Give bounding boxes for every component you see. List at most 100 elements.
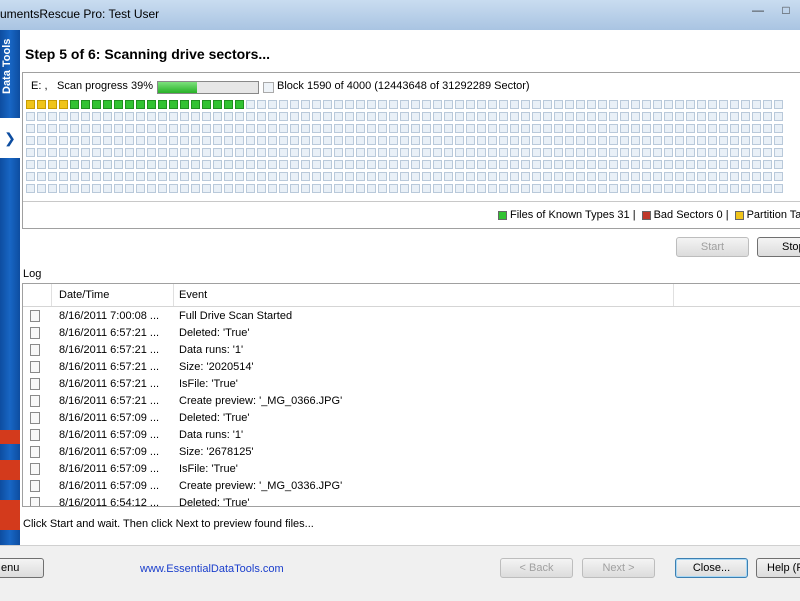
start-button[interactable]: Start [676,237,749,257]
sector-cell [268,100,277,109]
sector-cell [741,112,750,121]
sector-cell [708,136,717,145]
sector-cell [169,112,178,121]
sector-cell [653,172,662,181]
sector-cell [565,184,574,193]
sector-cell [411,124,420,133]
log-datetime: 8/16/2011 6:57:09 ... [59,412,160,424]
sector-cell [114,100,123,109]
document-icon [30,412,40,424]
sector-cell [554,184,563,193]
sector-cell [246,184,255,193]
log-event: Data runs: '1' [179,344,244,356]
sector-cell [455,124,464,133]
sector-cell [169,124,178,133]
website-link[interactable]: www.EssentialDataTools.com [140,563,284,575]
sector-cell [466,100,475,109]
sector-cell [532,172,541,181]
sector-cell [257,136,266,145]
sector-cell [180,124,189,133]
block-info: Block 1590 of 4000 (12443648 of 31292289… [277,80,530,92]
sector-cell [191,148,200,157]
log-row[interactable]: 8/16/2011 6:57:21 ... Size: '2020514' [23,359,800,376]
sector-cell [103,100,112,109]
log-row[interactable]: 8/16/2011 6:57:21 ... IsFile: 'True' [23,376,800,393]
sector-cell [741,136,750,145]
log-row[interactable]: 8/16/2011 7:00:08 ... Full Drive Scan Sta… [23,308,800,325]
log-row[interactable]: 8/16/2011 6:57:21 ... Deleted: 'True' [23,325,800,342]
sector-cell [576,124,585,133]
sector-cell [400,160,409,169]
sector-cell [213,160,222,169]
log-event: IsFile: 'True' [179,463,238,475]
sector-cell [752,100,761,109]
log-row[interactable]: 8/16/2011 6:57:09 ... Data runs: '1' [23,427,800,444]
sector-cell [114,124,123,133]
sector-cell [301,136,310,145]
log-row[interactable]: 8/16/2011 6:57:21 ... Create preview: '_M… [23,393,800,410]
sector-cell [103,184,112,193]
sector-cell [697,172,706,181]
sector-cell [26,172,35,181]
sector-cell [697,112,706,121]
sector-cell [598,148,607,157]
next-button[interactable]: Next > [582,558,655,578]
sector-cell [521,160,530,169]
log-row[interactable]: 8/16/2011 6:57:09 ... Deleted: 'True' [23,410,800,427]
sector-cell [224,124,233,133]
sector-cell [444,112,453,121]
sector-cell [719,112,728,121]
sector-cell [257,184,266,193]
sector-cell [488,124,497,133]
progress-bar [157,81,259,94]
sector-cell [301,148,310,157]
sector-cell [697,184,706,193]
maximize-icon[interactable]: □ [776,2,796,18]
sector-cell [466,124,475,133]
sector-cell [631,184,640,193]
log-event: Size: '2678125' [179,446,254,458]
back-button[interactable]: < Back [500,558,573,578]
sector-cell [488,160,497,169]
minimize-icon[interactable]: — [748,2,768,18]
menu-button[interactable]: enu [0,558,44,578]
sector-cell [114,148,123,157]
sector-cell [543,112,552,121]
sector-cell [356,112,365,121]
sector-cell [136,148,145,157]
log-row[interactable]: 8/16/2011 6:57:09 ... Create preview: '_M… [23,478,800,495]
sector-cell [730,148,739,157]
sector-cell [477,172,486,181]
step-title: Step 5 of 6: Scanning drive sectors... [25,46,271,62]
document-icon [30,446,40,458]
sector-cell [279,172,288,181]
sector-cell [565,148,574,157]
yellow-square-icon [734,210,744,220]
sector-cell [664,172,673,181]
sector-cell [334,112,343,121]
sector-cell [422,184,431,193]
sector-cell [367,136,376,145]
column-event[interactable]: Event [179,289,207,301]
sector-cell [708,184,717,193]
sector-cell [169,136,178,145]
sector-cell [741,100,750,109]
log-row[interactable]: 8/16/2011 6:57:21 ... Data runs: '1' [23,342,800,359]
sector-cell [554,148,563,157]
close-button[interactable]: Close... [675,558,748,578]
log-row[interactable]: 8/16/2011 6:54:12 ... Deleted: 'True' [23,495,800,506]
log-row[interactable]: 8/16/2011 6:57:09 ... Size: '2678125' [23,444,800,461]
log-row[interactable]: 8/16/2011 6:57:09 ... IsFile: 'True' [23,461,800,478]
sector-cell [708,112,717,121]
sector-cell [235,100,244,109]
decorative-stripe [0,460,20,480]
column-datetime[interactable]: Date/Time [59,289,109,301]
help-button[interactable]: Help (F [756,558,800,578]
log-event: Deleted: 'True' [179,327,250,339]
sector-cell [598,172,607,181]
log-table[interactable]: Date/Time Event 8/16/2011 7:00:08 ... Ful… [22,283,800,507]
sector-cell [202,148,211,157]
sector-cell [587,160,596,169]
sector-cell [554,136,563,145]
stop-button[interactable]: Stop [757,237,800,257]
